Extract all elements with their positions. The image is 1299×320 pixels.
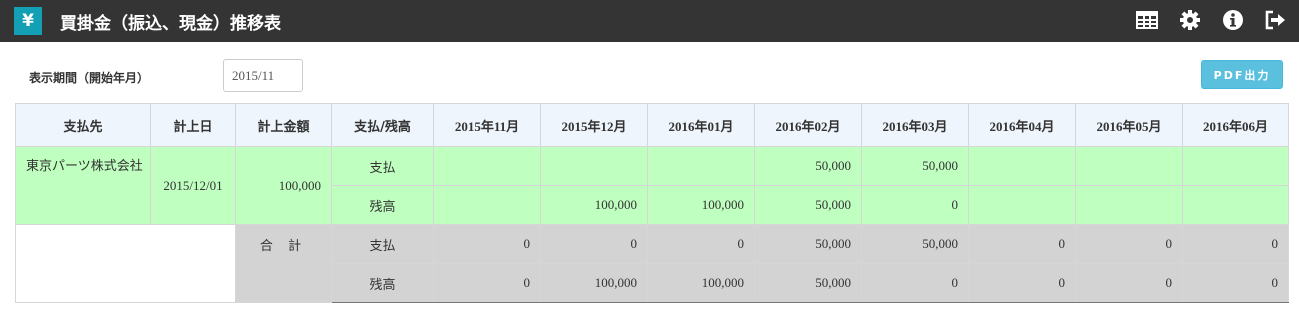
total-balance-label: 残高 bbox=[331, 263, 434, 303]
total-spacer bbox=[15, 224, 236, 303]
column-header-month: 2015年12月 bbox=[540, 103, 648, 147]
cell-value: 50,000 bbox=[861, 146, 969, 186]
payment-label: 支払 bbox=[331, 146, 434, 186]
total-value: 0 bbox=[861, 263, 969, 303]
cell-value bbox=[968, 185, 1076, 225]
total-label: 合 計 bbox=[235, 224, 332, 303]
booking-amount: 100,000 bbox=[235, 146, 332, 225]
column-header-month: 2016年06月 bbox=[1182, 103, 1289, 147]
yen-logo-icon: ¥ bbox=[14, 7, 42, 35]
total-value: 50,000 bbox=[861, 224, 969, 264]
total-value: 50,000 bbox=[754, 224, 862, 264]
balance-label: 残高 bbox=[331, 185, 434, 225]
total-value: 0 bbox=[433, 224, 541, 264]
total-value: 0 bbox=[1182, 263, 1289, 303]
table-icon[interactable] bbox=[1136, 9, 1158, 31]
cell-value bbox=[1075, 146, 1183, 186]
column-header-month: 2016年01月 bbox=[647, 103, 755, 147]
booking-date: 2015/12/01 bbox=[150, 146, 236, 225]
column-header-date: 計上日 bbox=[150, 103, 236, 147]
top-bar: ¥ 買掛金（振込、現金）推移表 bbox=[0, 0, 1299, 42]
period-label: 表示期間（開始年月） bbox=[29, 71, 150, 85]
cell-value bbox=[1182, 185, 1289, 225]
total-row-payment: 合 計 支払 0 0 0 50,000 50,000 0 0 0 bbox=[15, 224, 1289, 303]
cell-value bbox=[968, 146, 1076, 186]
column-header-kind: 支払/残高 bbox=[331, 103, 434, 147]
total-value: 100,000 bbox=[647, 263, 755, 303]
cell-value bbox=[1182, 146, 1289, 186]
cell-value: 100,000 bbox=[540, 185, 648, 225]
cell-value bbox=[433, 146, 541, 186]
table-row-payment: 東京パーツ株式会社 2015/12/01 100,000 支払 50,000 5… bbox=[15, 146, 1289, 225]
payables-table: 支払先 計上日 計上金額 支払/残高 2015年11月 2015年12月 201… bbox=[15, 103, 1289, 303]
total-value: 0 bbox=[540, 224, 648, 264]
cell-value bbox=[540, 146, 648, 186]
total-value: 0 bbox=[968, 263, 1076, 303]
logout-icon[interactable] bbox=[1264, 9, 1286, 31]
info-icon[interactable] bbox=[1222, 9, 1244, 31]
column-header-month: 2015年11月 bbox=[433, 103, 541, 147]
total-value: 50,000 bbox=[754, 263, 862, 303]
cell-value bbox=[433, 185, 541, 225]
total-value: 0 bbox=[647, 224, 755, 264]
cell-value: 0 bbox=[861, 185, 969, 225]
column-header-month: 2016年02月 bbox=[754, 103, 862, 147]
cell-value bbox=[647, 146, 755, 186]
cell-value bbox=[1075, 185, 1183, 225]
period-input[interactable] bbox=[223, 59, 303, 92]
cell-value: 100,000 bbox=[647, 185, 755, 225]
column-header-amount: 計上金額 bbox=[235, 103, 332, 147]
gear-icon[interactable] bbox=[1179, 9, 1201, 31]
cell-value: 50,000 bbox=[754, 185, 862, 225]
total-value: 0 bbox=[1075, 224, 1183, 264]
column-header-month: 2016年04月 bbox=[968, 103, 1076, 147]
total-value: 0 bbox=[433, 263, 541, 303]
total-payment-label: 支払 bbox=[331, 224, 434, 264]
pdf-export-button[interactable]: PDF出力 bbox=[1201, 60, 1283, 89]
vendor-name: 東京パーツ株式会社 bbox=[15, 146, 151, 225]
page-title: 買掛金（振込、現金）推移表 bbox=[60, 14, 281, 34]
total-value: 0 bbox=[1075, 263, 1183, 303]
column-header-month: 2016年03月 bbox=[861, 103, 969, 147]
total-value: 0 bbox=[968, 224, 1076, 264]
column-header-vendor: 支払先 bbox=[15, 103, 151, 147]
total-value: 100,000 bbox=[540, 263, 648, 303]
total-value: 0 bbox=[1182, 224, 1289, 264]
header-row: 支払先 計上日 計上金額 支払/残高 2015年11月 2015年12月 201… bbox=[15, 103, 1289, 147]
cell-value: 50,000 bbox=[754, 146, 862, 186]
column-header-month: 2016年05月 bbox=[1075, 103, 1183, 147]
